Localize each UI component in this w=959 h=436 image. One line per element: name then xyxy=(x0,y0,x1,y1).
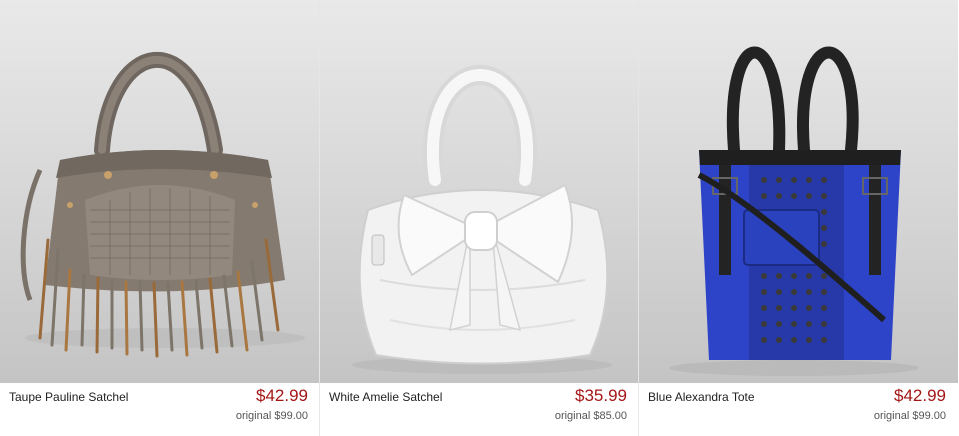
blue-studded-tote-image xyxy=(669,46,919,376)
sale-price: $42.99 xyxy=(256,386,308,405)
product-card-taupe[interactable]: Taupe Pauline Satchel $42.99 original $9… xyxy=(0,0,319,436)
original-price: original $85.00 xyxy=(554,410,627,422)
product-name[interactable]: White Amelie Satchel xyxy=(329,390,442,404)
sale-price: $35.99 xyxy=(575,386,627,405)
product-image-white[interactable] xyxy=(320,0,639,383)
product-card-blue[interactable]: Blue Alexandra Tote $42.99 original $99.… xyxy=(638,0,958,436)
sale-price: $42.99 xyxy=(894,386,946,405)
original-price: original $99.00 xyxy=(873,410,946,422)
product-image-blue[interactable] xyxy=(639,0,958,383)
original-price: original $99.00 xyxy=(235,410,308,422)
taupe-fringe-satchel-image xyxy=(20,51,305,358)
white-bow-satchel-image xyxy=(352,65,612,374)
product-name[interactable]: Taupe Pauline Satchel xyxy=(9,390,128,404)
product-grid: Taupe Pauline Satchel $42.99 original $9… xyxy=(0,0,959,436)
product-card-white[interactable]: White Amelie Satchel $35.99 original $85… xyxy=(319,0,639,436)
product-name[interactable]: Blue Alexandra Tote xyxy=(648,390,755,404)
product-image-taupe[interactable] xyxy=(0,0,319,383)
